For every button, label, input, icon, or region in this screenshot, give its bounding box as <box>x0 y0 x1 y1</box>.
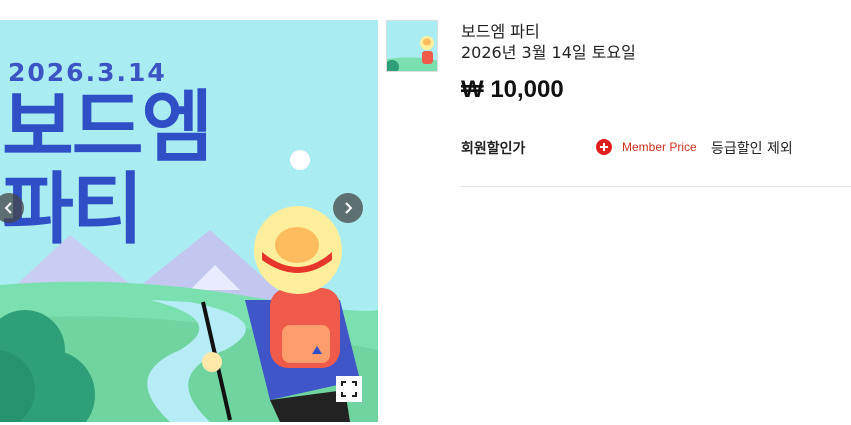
chevron-left-icon <box>4 202 12 214</box>
product-subtitle: 2026년 3월 14일 토요일 <box>461 43 636 62</box>
member-price-link[interactable]: Member Price <box>622 140 697 154</box>
expand-icon <box>341 381 357 397</box>
plus-circle-icon[interactable] <box>596 139 612 155</box>
thumbnail-image[interactable] <box>386 20 438 72</box>
expand-image-button[interactable] <box>336 376 362 402</box>
product-price: ₩ 10,000 <box>461 76 564 103</box>
member-price-note: 등급할인 제외 <box>711 141 793 157</box>
divider <box>461 186 851 187</box>
product-image-gallery[interactable]: 2026.3.14 보드엠 파티 <box>0 20 378 422</box>
next-image-button[interactable] <box>333 193 363 223</box>
chevron-right-icon <box>345 202 353 214</box>
member-price-row: 회원할인가 Member Price 등급할인 제외 <box>461 136 851 158</box>
thumbnail-art <box>387 21 437 71</box>
member-price-label: 회원할인가 <box>461 141 526 157</box>
poster-title-line1: 보드엠 <box>2 83 213 173</box>
